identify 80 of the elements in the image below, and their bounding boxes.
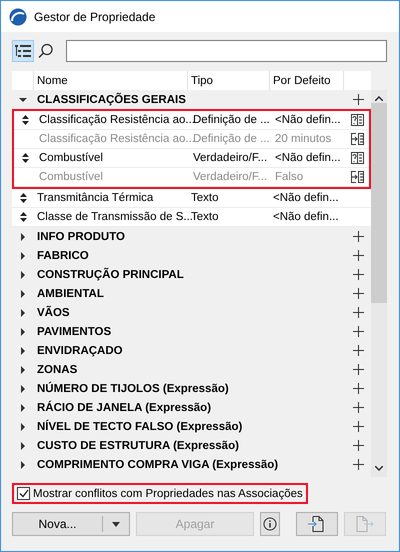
expand-icon[interactable] — [19, 404, 27, 412]
add-icon[interactable] — [352, 231, 364, 242]
column-header[interactable]: Tipo — [188, 71, 270, 90]
collapse-icon[interactable] — [19, 96, 27, 104]
sort-icon[interactable] — [20, 212, 26, 222]
add-icon[interactable] — [352, 364, 364, 375]
import-button[interactable] — [296, 512, 338, 536]
info-button[interactable] — [260, 512, 280, 536]
category-name[interactable]: VÃOS — [34, 306, 345, 318]
default-value: <Não defin... — [272, 192, 340, 204]
category-name[interactable]: NÍVEL DE TECTO FALSO (Expressão) — [34, 420, 345, 432]
property-name[interactable]: Transmitância Térmica — [34, 192, 188, 204]
expand-icon[interactable] — [19, 308, 27, 316]
add-icon[interactable] — [352, 94, 364, 105]
add-icon[interactable] — [352, 459, 364, 470]
category-name[interactable]: INFO PRODUTO — [34, 230, 345, 242]
default-value: Falso — [274, 171, 304, 183]
search-icon[interactable] — [38, 43, 54, 59]
sort-icon[interactable] — [22, 153, 28, 163]
property-definition-icon[interactable] — [351, 114, 364, 126]
sort-icon[interactable] — [22, 115, 28, 125]
add-icon[interactable] — [352, 288, 364, 299]
category-name[interactable]: ZONAS — [34, 364, 345, 376]
category-name[interactable]: PAVIMENTOS — [34, 326, 345, 338]
caret-icon[interactable] — [112, 522, 120, 526]
assign-icon[interactable] — [351, 171, 364, 183]
property-type: Verdadeiro/F... — [192, 152, 268, 164]
expand-icon[interactable] — [19, 252, 27, 260]
category-name[interactable]: CLASSIFICAÇÕES GERAIS — [34, 94, 345, 106]
add-icon[interactable] — [352, 402, 364, 413]
scroll-up-icon[interactable] — [375, 96, 383, 101]
add-icon[interactable] — [352, 250, 364, 261]
category-name[interactable]: FABRICO — [34, 250, 345, 262]
new-button[interactable]: Nova... — [12, 512, 130, 536]
category-name[interactable]: ENVIDRAÇADO — [34, 344, 345, 356]
expand-icon[interactable] — [19, 232, 27, 240]
add-icon[interactable] — [352, 383, 364, 394]
info-icon — [263, 517, 277, 531]
scrollbar-thumb[interactable] — [371, 103, 387, 303]
column-header[interactable]: Nome — [34, 71, 188, 90]
expand-icon[interactable] — [19, 442, 27, 450]
app-logo-icon — [9, 8, 27, 26]
expand-icon[interactable] — [19, 384, 27, 392]
category-name[interactable]: COMPRIMENTO COMPRA VIGA (Expressão) — [34, 458, 345, 470]
add-icon[interactable] — [352, 269, 364, 280]
category-name[interactable]: CUSTO DE ESTRUTURA (Expressão) — [34, 440, 345, 452]
add-icon[interactable] — [352, 345, 364, 356]
sort-icon[interactable] — [20, 193, 26, 203]
add-icon[interactable] — [352, 307, 364, 318]
tree-view-button[interactable] — [12, 40, 34, 62]
category-name[interactable]: AMBIENTAL — [34, 288, 345, 300]
expand-icon[interactable] — [19, 422, 27, 430]
expand-icon[interactable] — [19, 270, 27, 278]
category-name[interactable]: NÚMERO DE TIJOLOS (Expressão) — [34, 382, 345, 394]
default-value: <Não defin... — [272, 211, 340, 223]
search-field[interactable] — [66, 40, 387, 62]
property-name[interactable]: Combustível — [36, 152, 190, 164]
expand-icon[interactable] — [19, 290, 27, 298]
assign-icon[interactable] — [351, 133, 364, 145]
window-title: Gestor de Propriedade — [34, 10, 156, 24]
default-value: <Não defin... — [274, 152, 342, 164]
column-header[interactable]: Por Defeito — [270, 71, 344, 90]
checkbox[interactable] — [17, 487, 30, 500]
add-icon[interactable] — [352, 421, 364, 432]
checkbox-label[interactable]: Mostrar conflitos com Propriedades nas Associações — [33, 488, 303, 500]
expand-icon[interactable] — [19, 328, 27, 336]
expand-icon[interactable] — [19, 366, 27, 374]
category-name[interactable]: RÁCIO DE JANELA (Expressão) — [34, 402, 345, 414]
property-type: Verdadeiro/F... — [192, 171, 268, 183]
category-name[interactable]: CONSTRUÇÃO PRINCIPAL — [34, 268, 345, 280]
default-value: <Não defin... — [274, 114, 342, 126]
property-type: Texto — [190, 192, 220, 204]
add-icon[interactable] — [352, 326, 364, 337]
export-icon — [355, 516, 375, 532]
expand-icon[interactable] — [19, 346, 27, 354]
scroll-down-icon[interactable] — [375, 466, 383, 471]
expand-icon[interactable] — [19, 460, 27, 468]
default-value: 20 minutos — [274, 133, 332, 145]
property-definition-icon[interactable] — [351, 152, 364, 164]
add-icon[interactable] — [352, 440, 364, 451]
